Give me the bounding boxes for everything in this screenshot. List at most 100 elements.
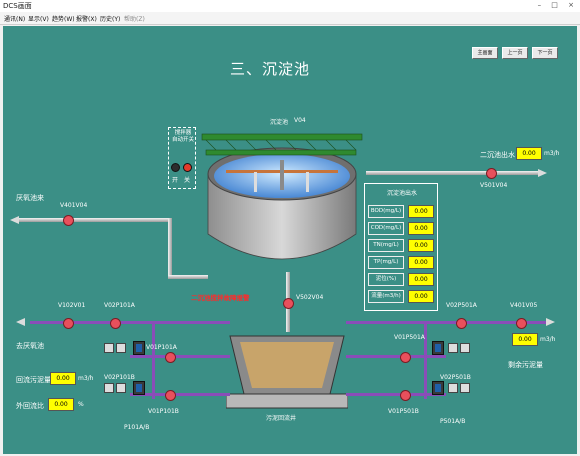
right-pump-a-start[interactable]: [448, 343, 458, 353]
outlet-valve-tag: V501V04: [480, 182, 508, 189]
excess-arrow: [546, 318, 555, 326]
inlet-arrow: [10, 216, 19, 224]
menu-item-history[interactable]: 历史(Y): [100, 14, 120, 23]
excess-flow-label: 剩余污泥量: [508, 361, 543, 369]
panel-row-bod: BOD(mg/L) 0.00: [368, 202, 434, 218]
window-title: DCS画面: [3, 2, 32, 10]
inlet-valve[interactable]: [63, 215, 74, 226]
outlet-valve[interactable]: [486, 168, 497, 179]
to-anoxic-arrow: [16, 318, 25, 326]
menu-item-help[interactable]: 帮助(Z): [124, 14, 145, 23]
left-valve-v01p101b[interactable]: [165, 390, 176, 401]
menu-item-alarm[interactable]: 报警(X): [76, 14, 97, 23]
right-pump-label: P501A/B: [440, 418, 466, 425]
sludge-level-value: 0.00: [408, 273, 434, 286]
right-valve-v01p501a-tag: V01P501A: [394, 334, 425, 341]
left-valve-v01p101a[interactable]: [165, 352, 176, 363]
left-valve-v101[interactable]: [63, 318, 74, 329]
inlet-valve-tag: V401V04: [60, 202, 88, 209]
page-title: 三、沉淀池: [230, 60, 311, 78]
left-pump-a[interactable]: [133, 341, 145, 355]
bod-value: 0.00: [408, 205, 434, 218]
sludge-well-label: 污泥回流井: [266, 415, 297, 422]
right-valve-v401v05[interactable]: [516, 318, 527, 329]
right-pump-a-stop[interactable]: [460, 343, 470, 353]
return-flow-value: 0.00: [50, 372, 76, 385]
right-pump-a-line: [346, 355, 446, 358]
menu-item-comm[interactable]: 通讯(N): [4, 14, 25, 23]
inlet-pipe-down: [168, 218, 172, 278]
left-vertical-pipe: [152, 321, 155, 399]
return-flow-label: 回流污泥量: [16, 376, 51, 384]
outlet-arrow: [538, 169, 547, 177]
ext-ratio-label: 外回流比: [16, 402, 44, 410]
left-valve-v2p101a[interactable]: [110, 318, 121, 329]
menu-item-trend[interactable]: 趋势(W): [52, 14, 75, 23]
menu-item-display[interactable]: 显示(V): [28, 14, 49, 23]
home-button[interactable]: 主画面: [472, 47, 498, 59]
excess-flow-value: 0.00: [512, 333, 538, 346]
left-valve-v2p101a-tag: V02P101A: [104, 302, 135, 309]
left-pump-b-stop[interactable]: [116, 383, 126, 393]
cod-value: 0.00: [408, 222, 434, 235]
panel-row-tp: TP(mg/L) 0.00: [368, 253, 434, 269]
left-pump-a-stop[interactable]: [116, 343, 126, 353]
sludge-well: [226, 335, 348, 409]
tank-tag: V04: [294, 117, 306, 124]
prev-page-button[interactable]: 上一页: [502, 47, 528, 59]
right-valve-v2p501a-tag: V02P501A: [446, 302, 477, 309]
excess-flow-unit: m3/h: [540, 336, 556, 343]
window-controls[interactable]: – □ ×: [538, 1, 578, 9]
mixer-off-label: 关: [184, 177, 191, 184]
right-valve-v401v05-tag: V401V05: [510, 302, 538, 309]
outlet-flow-value: 0.00: [516, 147, 542, 160]
mixer-on-indicator[interactable]: [171, 163, 180, 172]
tn-value: 0.00: [408, 239, 434, 252]
inlet-pipe-to-tank: [168, 275, 208, 279]
cod-label: COD(mg/L): [368, 222, 404, 235]
left-pump-b-line: [130, 393, 230, 396]
panel-row-cod: COD(mg/L) 0.00: [368, 219, 434, 235]
mixer-off-indicator[interactable]: [183, 163, 192, 172]
right-valve-v01p501a[interactable]: [400, 352, 411, 363]
left-pump-a-line: [130, 355, 230, 358]
right-pump-a[interactable]: [432, 341, 444, 355]
right-pump-b-stop[interactable]: [460, 383, 470, 393]
panel-row-tn: TN(mg/L) 0.00: [368, 236, 434, 252]
mixer-title: 搅拌器 自动开关: [171, 130, 194, 143]
tp-label: TP(mg/L): [368, 256, 404, 269]
outlet-flow-unit: m3/h: [544, 150, 560, 157]
right-valve-v02p501b-tag: V02P501B: [440, 374, 471, 381]
panel-row-sludge-level: 泥位(%) 0.00: [368, 270, 434, 286]
inlet-pipe: [16, 218, 170, 222]
menu-bar: 通讯(N) 显示(V) 趋势(W) 报警(X) 历史(Y) 帮助(Z): [0, 12, 580, 25]
flow-value: 0.00: [408, 290, 434, 303]
clarifier-tank: [201, 133, 363, 260]
ext-ratio-value: 0.00: [48, 398, 74, 411]
right-pump-b-line: [346, 393, 446, 396]
effluent-quality-panel: 沉淀池出水 BOD(mg/L) 0.00 COD(mg/L) 0.00 TN(m…: [364, 183, 438, 311]
right-valve-v2p501a[interactable]: [456, 318, 467, 329]
tn-label: TN(mg/L): [368, 239, 404, 252]
next-page-button[interactable]: 下一页: [532, 47, 558, 59]
mixer-alarm-text: 二沉池搅拌故障报警: [191, 294, 250, 302]
mixer-on-label: 开: [172, 177, 179, 184]
panel-title: 沉淀池出水: [387, 190, 418, 197]
left-pump-b-start[interactable]: [104, 383, 114, 393]
left-valve-v02p101b-tag: V02P101B: [104, 374, 135, 381]
right-pump-b-start[interactable]: [448, 383, 458, 393]
to-anoxic-label: 去厌氧池: [16, 342, 44, 350]
left-pump-b[interactable]: [133, 381, 145, 395]
panel-row-flow: 流量(m3/h) 0.00: [368, 287, 434, 303]
inlet-label: 厌氧池来: [16, 194, 44, 202]
outlet-label: 二沉池出水: [480, 151, 515, 159]
bod-label: BOD(mg/L): [368, 205, 404, 218]
right-valve-v01p501b[interactable]: [400, 390, 411, 401]
sludge-level-label: 泥位(%): [368, 273, 404, 286]
left-pump-label: P101A/B: [124, 424, 150, 431]
drain-valve[interactable]: [283, 298, 294, 309]
flow-label: 流量(m3/h): [368, 290, 404, 303]
left-pump-a-start[interactable]: [104, 343, 114, 353]
right-pump-b[interactable]: [432, 381, 444, 395]
left-valve-v01p101b-tag: V01P101B: [148, 408, 179, 415]
